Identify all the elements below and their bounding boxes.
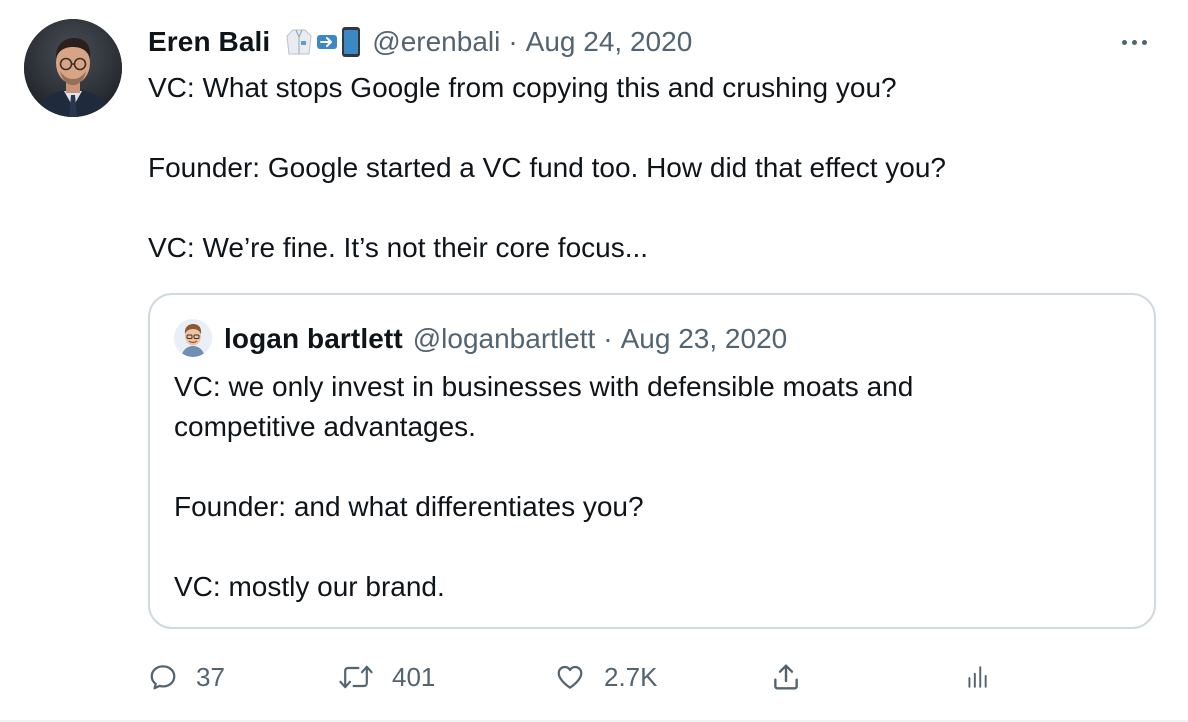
tweet-text-line: Founder: Google started a VC fund too. H… [148,152,946,183]
tweet-text-line: VC: What stops Google from copying this … [148,72,897,103]
quoted-author-avatar[interactable] [174,319,212,357]
more-dot-icon [1131,39,1137,45]
retweet-button[interactable]: 401 [338,654,435,700]
tweet-header: Eren Bali @erenbali · Aug 24, 2020 [148,22,692,62]
more-dot-icon [1121,39,1127,45]
quoted-tweet[interactable]: logan bartlett @loganbartlett · Aug 23, … [148,293,1156,629]
header-separator: · [508,26,518,57]
author-name[interactable]: Eren Bali [148,26,270,58]
reply-count: 37 [196,661,225,692]
tweet-date[interactable]: Aug 24, 2020 [526,26,693,58]
share-button[interactable] [770,654,802,700]
tweet-text: VC: What stops Google from copying this … [148,68,1148,268]
quoted-text-line: Founder: and what differentiates you? [174,491,644,522]
tweet-actions: 37 401 2.7K [148,654,1148,700]
quoted-author-name[interactable]: logan bartlett [224,323,403,355]
quoted-author-handle[interactable]: @loganbartlett [413,323,596,355]
tweet[interactable]: Eren Bali @erenbali · Aug 24, 2020 VC: W… [0,0,1188,722]
mobile-phone-icon [342,27,361,57]
like-button[interactable]: 2.7K [554,654,658,700]
lab-coat-icon [286,29,312,55]
quoted-author-avatar-image [174,319,212,357]
tweet-text-line: VC: We’re fine. It’s not their core focu… [148,232,649,263]
author-avatar-image [24,19,122,117]
arrow-right-icon [317,35,338,49]
quoted-tweet-header: logan bartlett @loganbartlett · Aug 23, … [224,319,787,359]
author-handle[interactable]: @erenbali [372,26,500,58]
quoted-header-separator: · [603,323,613,354]
author-name-emojis [284,26,362,58]
analytics-button[interactable] [964,654,990,700]
retweet-icon [339,665,373,689]
reply-icon [150,665,176,690]
reply-button[interactable]: 37 [148,654,225,700]
quoted-tweet-text: VC: we only invest in businesses with de… [174,367,1114,607]
heart-icon [557,665,583,689]
quoted-tweet-date[interactable]: Aug 23, 2020 [621,323,788,355]
quoted-text-line: VC: mostly our brand. [174,571,445,602]
share-icon [774,664,798,690]
like-count: 2.7K [604,661,658,692]
quoted-text-line: VC: we only invest in businesses with de… [174,371,914,442]
more-options-button[interactable] [1114,28,1154,56]
more-dot-icon [1141,39,1147,45]
retweet-count: 401 [392,661,436,692]
author-avatar[interactable] [24,19,122,117]
analytics-icon [968,666,987,688]
